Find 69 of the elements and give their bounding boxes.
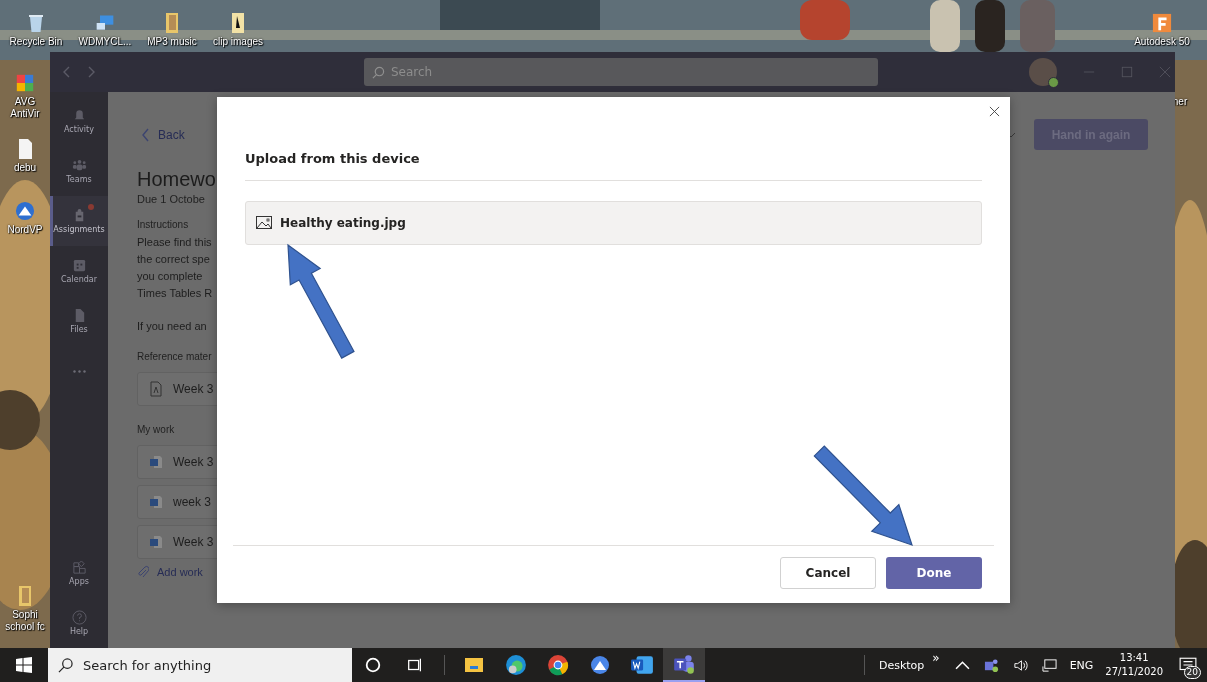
instruction-line: If you need an [137,319,207,334]
section-label: My work [137,424,175,435]
section-label: Reference mater [137,351,212,362]
notification-button[interactable]: 20 [1169,648,1207,682]
clock[interactable]: 13:41 27/11/2020 [1105,651,1163,679]
apps-icon [71,560,87,575]
section-label: Instructions [137,219,189,230]
network-icon[interactable] [1041,657,1057,673]
antivirus-icon[interactable] [15,72,35,94]
teams-icon [672,653,696,675]
speaker-icon[interactable] [1012,657,1028,673]
chevron-left-icon [142,127,150,142]
cancel-button[interactable]: Cancel [780,557,876,589]
dialog-title: Upload from this device [245,97,982,181]
more-icon [72,369,86,373]
calendar-icon [71,258,87,273]
people-icon [71,158,87,173]
instruction-line: you complete [137,269,203,284]
desktop-icon-label[interactable]: MP3 music [147,36,197,48]
avatar[interactable] [1029,58,1057,86]
desktop-icon-label[interactable]: Autodesk 50 [1134,36,1190,48]
word-icon [149,454,163,470]
assignment-title: Homewo [137,168,216,191]
instruction-line: Times Tables R [137,286,213,301]
folder-icon [464,655,484,675]
word-icon [630,654,654,676]
rail-item[interactable]: Apps [50,548,108,598]
circle-icon [364,656,382,674]
rail-item[interactable]: Activity [50,96,108,146]
windows-icon [16,657,32,673]
toolbar-overflow[interactable]: » [932,651,940,665]
rail-item[interactable]: Teams [50,146,108,196]
desktop-icon-label[interactable]: clip images [213,36,263,48]
browser-icon [547,654,569,676]
close-icon[interactable] [989,106,1000,117]
language-indicator[interactable]: ENG [1069,658,1094,672]
vpn-icon [590,655,610,675]
file-row[interactable]: Healthy eating.jpg [245,201,982,245]
instruction-line: the correct spe [137,252,210,267]
search-field[interactable]: Search for anything [48,648,352,682]
recycle-bin-icon[interactable] [26,12,46,34]
instruction-line: Please find this [137,235,212,250]
status-dot [1048,77,1059,88]
desktop-icon-label[interactable]: Sophi school fc [0,609,50,633]
search-icon [372,65,385,79]
teams-tray-icon[interactable] [983,657,999,673]
browser-icon [505,654,527,676]
desktop-icon-label[interactable]: ner [1172,96,1188,108]
help-icon [71,610,87,625]
rail-item[interactable]: Calendar [50,246,108,296]
notification-icon [1179,657,1197,673]
image-icon [256,216,272,230]
paperclip-icon [137,565,149,579]
word-icon [149,534,163,550]
rail-item[interactable]: Files [50,296,108,346]
done-button[interactable]: Done [886,557,982,589]
rail-item[interactable]: Assignments [50,196,108,246]
desktop-icon-label[interactable]: debu [13,162,37,174]
vpn-icon[interactable] [15,200,35,222]
toolbar-label[interactable]: Desktop [878,658,925,672]
search-icon [58,657,73,673]
due-date: Due 1 Octobe [137,193,205,205]
task-view-icon [406,656,424,674]
word-icon [149,494,163,510]
desktop-icon-label[interactable]: AVG AntiVir [0,96,50,120]
desktop-icon-label[interactable]: WDMYCL... [78,36,132,48]
rail-item[interactable]: Help [50,598,108,648]
pdf-icon [149,381,163,397]
desktop-icon-label[interactable]: Recycle Bin [9,36,63,48]
